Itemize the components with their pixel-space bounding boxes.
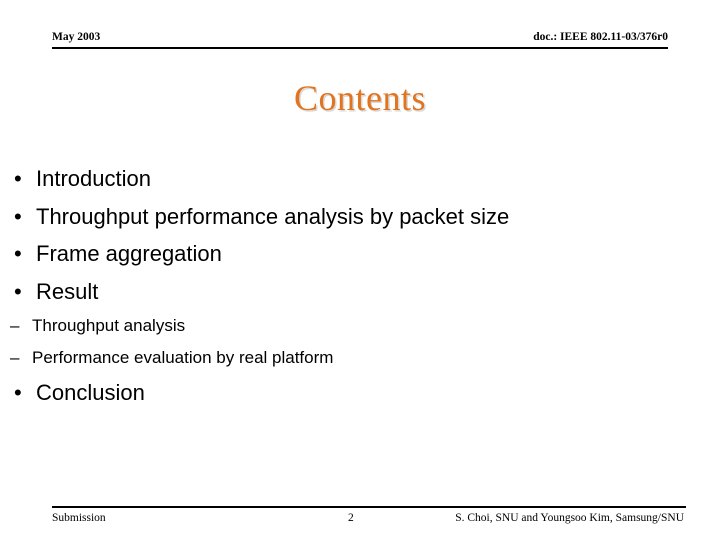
list-item-label: Conclusion [36, 380, 145, 405]
page-number: 2 [348, 512, 354, 524]
list-item-label: Throughput analysis [32, 316, 186, 335]
list-item-label: Introduction [36, 166, 151, 191]
list-item: – Performance evaluation by real platfor… [0, 342, 720, 374]
footer-submission-label: Submission [52, 512, 106, 524]
header-date: May 2003 [52, 31, 101, 43]
footer-authors: S. Choi, SNU and Youngsoo Kim, Samsung/S… [455, 512, 684, 524]
list-item-label: Performance evaluation by real platform [32, 348, 334, 367]
header-document-id: doc.: IEEE 802.11-03/376r0 [533, 31, 668, 43]
dash-marker-icon: – [10, 348, 20, 367]
list-item-label: Throughput performance analysis by packe… [36, 203, 510, 229]
list-item: – Throughput analysis [0, 310, 720, 342]
header-divider [52, 47, 668, 49]
list-item: • Throughput performance analysis by pac… [0, 198, 720, 236]
list-item-label: Result [36, 278, 99, 304]
slide-footer: Submission 2 S. Choi, SNU and Youngsoo K… [52, 511, 686, 527]
list-item-label: Frame aggregation [36, 241, 222, 266]
footer-divider [52, 506, 686, 508]
list-item: • Frame aggregation [0, 235, 720, 273]
bullet-list-primary: • Introduction • Throughput performance … [0, 160, 720, 310]
bullet-list-sub: – Throughput analysis – Performance eval… [0, 310, 720, 374]
list-item: • Conclusion [0, 374, 720, 412]
bullet-marker-icon: • [14, 241, 22, 266]
bullet-list-conclusion: • Conclusion [0, 374, 720, 412]
slide-body: • Introduction • Throughput performance … [0, 160, 720, 412]
slide-title: Contents [293, 78, 426, 118]
list-item: • Result [0, 273, 720, 311]
bullet-marker-icon: • [14, 166, 22, 191]
bullet-marker-icon: • [14, 203, 22, 229]
list-item: • Introduction [0, 160, 720, 198]
bullet-marker-icon: • [14, 278, 22, 304]
slide: May 2003 doc.: IEEE 802.11-03/376r0 Cont… [0, 0, 720, 540]
bullet-marker-icon: • [14, 380, 22, 405]
dash-marker-icon: – [10, 316, 20, 335]
